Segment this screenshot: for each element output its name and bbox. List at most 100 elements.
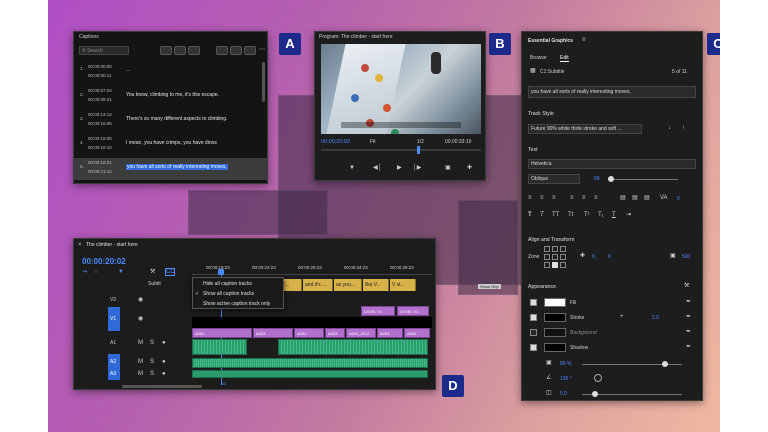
shadow-distance-value[interactable]: 5.0 xyxy=(560,391,567,397)
panel-menu-icon[interactable]: ≡ xyxy=(582,37,586,43)
caption-list-item[interactable]: 1. 00:00:00:00 00:00:00:11 ... xyxy=(74,62,267,84)
text-top-icon[interactable]: ▤ xyxy=(620,195,626,201)
video-clip[interactable]: A003 xyxy=(404,328,430,338)
audio-clip[interactable] xyxy=(192,370,428,378)
shadow-opacity-slider[interactable] xyxy=(582,361,682,367)
fill-eyedropper-icon[interactable]: ✒ xyxy=(686,299,691,305)
timeline-wrench-icon[interactable]: ⚒ xyxy=(150,269,155,275)
push-style-up-icon[interactable]: ↑ xyxy=(682,125,685,131)
small-caps-icon[interactable]: Tt xyxy=(568,212,573,218)
angle-dial-icon[interactable] xyxy=(594,374,602,382)
push-style-down-icon[interactable]: ↓ xyxy=(668,125,671,131)
solo-icon[interactable]: S xyxy=(150,359,154,365)
timeline-horizontal-scrollbar[interactable] xyxy=(122,385,202,388)
wrench-icon[interactable]: ⚒ xyxy=(684,283,689,289)
caption-search-input[interactable]: ⚲ Search xyxy=(79,46,129,55)
video-clip-level[interactable]: LEVEL V1 xyxy=(397,306,429,316)
export-frame-icon[interactable]: ▣ xyxy=(445,165,451,171)
play-icon[interactable]: ▶ xyxy=(397,165,402,171)
snap-icon[interactable]: ↝ xyxy=(82,269,87,275)
background-eyedropper-icon[interactable]: ✒ xyxy=(686,329,691,335)
program-fit-dropdown[interactable]: Fit xyxy=(370,139,376,145)
caption-list-item-selected[interactable]: 5. 00:00:18:01 00:00:21:12 you have all … xyxy=(74,158,267,180)
shadow-opacity-value[interactable]: 80 % xyxy=(560,361,571,367)
shadow-angle-value[interactable]: 135 ° xyxy=(560,376,572,382)
solo-icon[interactable]: S xyxy=(150,340,154,346)
caption-list-item[interactable]: 4. 00:00:15:05 00:00:16:10 I mean, you h… xyxy=(74,134,267,156)
eye-icon[interactable]: ◉ xyxy=(138,297,143,303)
video-clip[interactable]: A001 xyxy=(192,328,252,338)
track-header-v2[interactable]: V2 xyxy=(110,297,116,303)
track-header-v1[interactable]: V1 xyxy=(110,316,116,322)
shadow-distance-slider-handle[interactable] xyxy=(592,391,598,397)
shadow-eyedropper-icon[interactable]: ✒ xyxy=(686,344,691,350)
fill-checkbox[interactable] xyxy=(530,299,537,306)
fill-color-swatch[interactable] xyxy=(544,298,566,307)
mute-icon[interactable]: M xyxy=(138,340,143,346)
caption-clip[interactable]: and it's ... xyxy=(303,279,333,291)
align-center-icon[interactable]: ≡ xyxy=(540,195,544,201)
timeline-timecode[interactable]: 00:00:20:02 xyxy=(82,257,126,266)
font-dropdown[interactable]: Helvetica xyxy=(528,159,696,169)
audio-clip[interactable] xyxy=(192,358,428,368)
caption-list-scrollbar[interactable] xyxy=(262,62,265,102)
zone-grid[interactable] xyxy=(544,246,566,268)
stroke-color-swatch[interactable] xyxy=(544,313,566,322)
step-forward-icon[interactable]: │▶ xyxy=(413,165,421,171)
align-left-icon[interactable]: ≡ xyxy=(528,195,532,201)
stroke-eyedropper-icon[interactable]: ✒ xyxy=(686,314,691,320)
video-clip[interactable]: A001 xyxy=(294,328,324,338)
program-current-timecode[interactable]: 00:00:20:02 xyxy=(321,139,350,145)
font-size-value[interactable]: 59 xyxy=(594,176,600,182)
captions-toggle-icon[interactable]: CC xyxy=(165,268,175,276)
video-clip[interactable]: A003 xyxy=(377,328,403,338)
shadow-color-swatch[interactable] xyxy=(544,343,566,352)
video-clip[interactable]: A003 xyxy=(325,328,345,338)
more-options-icon[interactable]: ⋯ xyxy=(258,47,266,53)
add-stroke-icon[interactable]: + xyxy=(620,314,624,320)
position-x-value[interactable]: 0, xyxy=(592,254,596,260)
eye-icon[interactable]: ◉ xyxy=(138,316,143,322)
tracking-value[interactable]: 0 xyxy=(677,196,680,202)
caption-sync-button[interactable] xyxy=(188,46,200,55)
stroke-checkbox[interactable] xyxy=(530,314,537,321)
audio-clip[interactable] xyxy=(278,339,428,355)
caption-text-editing[interactable]: you have all sorts of really interesting… xyxy=(126,164,228,170)
font-style-dropdown[interactable]: Oblique xyxy=(528,174,580,184)
font-size-slider[interactable] xyxy=(608,176,678,182)
tab-browse[interactable]: Browse xyxy=(530,55,547,61)
underline-icon[interactable]: T xyxy=(612,212,616,218)
program-scrub-bar[interactable] xyxy=(321,146,481,154)
solo-icon[interactable]: S xyxy=(150,371,154,377)
align-right-icon[interactable]: ≡ xyxy=(552,195,556,201)
menu-item-show-active-caption-only[interactable]: Show active caption track only xyxy=(193,299,283,309)
program-playhead[interactable] xyxy=(417,146,420,154)
shadow-distance-slider[interactable] xyxy=(582,391,682,397)
microphone-icon[interactable]: ● xyxy=(162,340,166,346)
video-clip-level[interactable]: LEVEL V1 xyxy=(361,306,395,316)
audio-clip[interactable] xyxy=(192,339,247,355)
caption-clip[interactable]: V si... xyxy=(390,279,416,291)
caption-text-field[interactable]: you have all sorts of really interesting… xyxy=(528,86,696,98)
text-middle-icon[interactable]: ▤ xyxy=(632,195,638,201)
track-header-a2[interactable]: A2 xyxy=(110,359,116,365)
track-style-dropdown[interactable]: Future 90% white think stroke and soft .… xyxy=(528,124,642,134)
linked-selection-icon[interactable]: ∩ xyxy=(94,269,98,275)
shadow-opacity-slider-handle[interactable] xyxy=(662,361,668,367)
mute-icon[interactable]: M xyxy=(138,359,143,365)
caption-nav-up-button[interactable] xyxy=(160,46,172,55)
scale-value[interactable]: 500 xyxy=(682,254,690,260)
video-clip-black[interactable] xyxy=(192,317,432,328)
caption-clip[interactable]: as you... xyxy=(334,279,362,291)
all-caps-icon[interactable]: TT xyxy=(552,212,559,218)
microphone-icon[interactable]: ● xyxy=(162,371,166,377)
superscript-icon[interactable]: T¹ xyxy=(584,212,590,218)
background-checkbox[interactable] xyxy=(530,329,537,336)
text-bottom-icon[interactable]: ▤ xyxy=(644,195,650,201)
step-back-icon[interactable]: ◀│ xyxy=(373,165,381,171)
merge-caption-button[interactable] xyxy=(230,46,242,55)
settings-icon[interactable]: ✚ xyxy=(467,165,472,171)
caption-list-item[interactable]: 3. 00:00:13:14 00:00:15:05 There's so ma… xyxy=(74,110,267,132)
mute-icon[interactable]: M xyxy=(138,371,143,377)
split-caption-button[interactable] xyxy=(244,46,256,55)
